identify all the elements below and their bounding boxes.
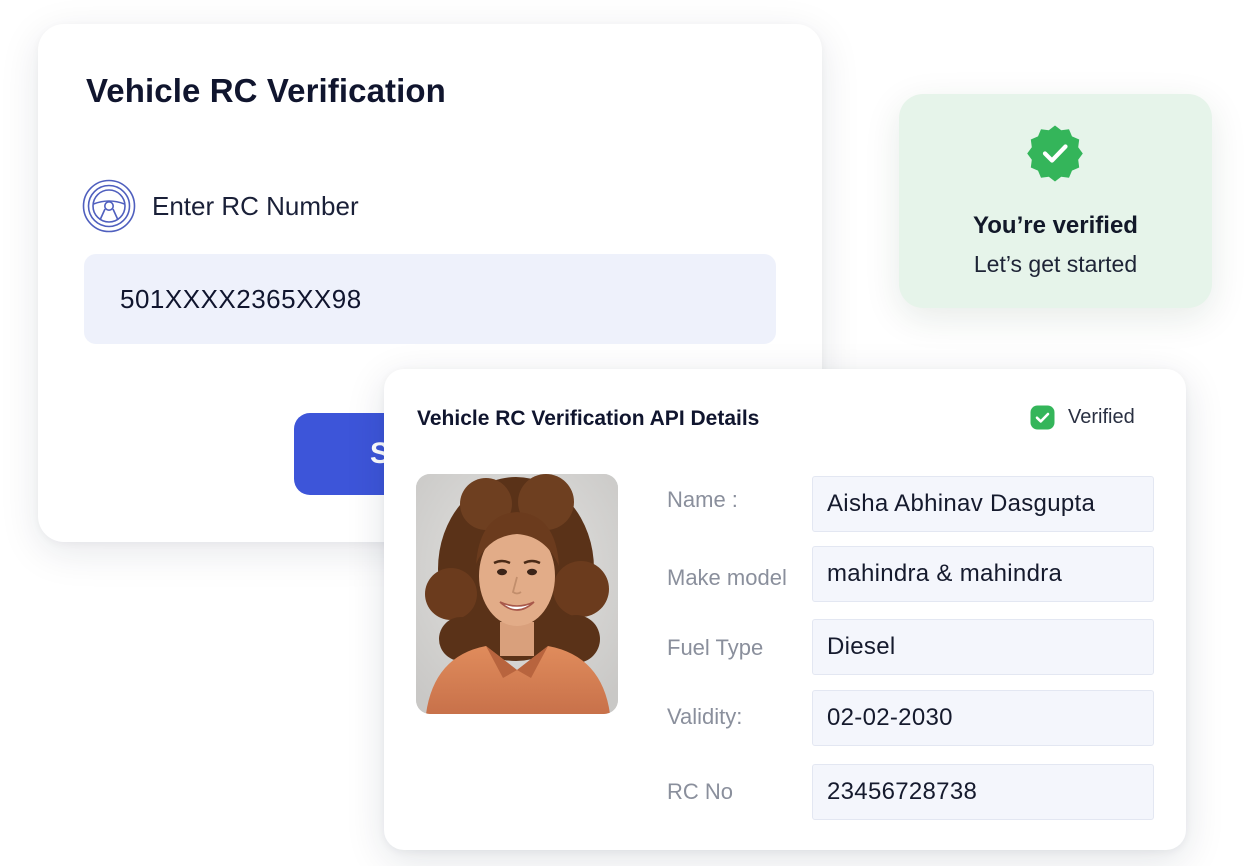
verified-card: You’re verified Let’s get started — [899, 94, 1212, 308]
steering-wheel-icon — [82, 179, 136, 233]
form-title: Vehicle RC Verification — [86, 72, 446, 109]
field-label-make-model: Make model — [667, 565, 787, 590]
rc-label-row: Enter RC Number — [82, 179, 359, 233]
rc-details-card: Vehicle RC Verification API Details Veri… — [384, 369, 1186, 850]
field-label-fuel-type: Fuel Type — [667, 635, 764, 660]
profile-photo — [416, 474, 618, 714]
field-label-validity: Validity: — [667, 704, 743, 729]
field-value-rc-no: 23456728738 — [812, 764, 1154, 820]
check-circle-icon — [1030, 405, 1055, 430]
verified-subtitle: Let’s get started — [973, 251, 1138, 277]
field-value-make-model: mahindra & mahindra — [812, 546, 1154, 602]
verified-title: You’re verified — [973, 212, 1138, 239]
field-label-rc-no: RC No — [667, 779, 734, 804]
field-value-name: Aisha Abhinav Dasgupta — [812, 476, 1154, 532]
field-value-fuel-type: Diesel — [812, 619, 1154, 675]
details-title: Vehicle RC Verification API Details — [417, 407, 760, 430]
verified-badge-icon — [1027, 125, 1083, 182]
verified-status-label: Verified — [1068, 406, 1135, 428]
field-value-validity: 02-02-2030 — [812, 690, 1154, 746]
verified-status: Verified — [1030, 405, 1135, 430]
rc-number-input[interactable] — [84, 254, 776, 344]
field-label-name: Name : — [667, 487, 738, 512]
rc-number-label: Enter RC Number — [152, 190, 359, 221]
